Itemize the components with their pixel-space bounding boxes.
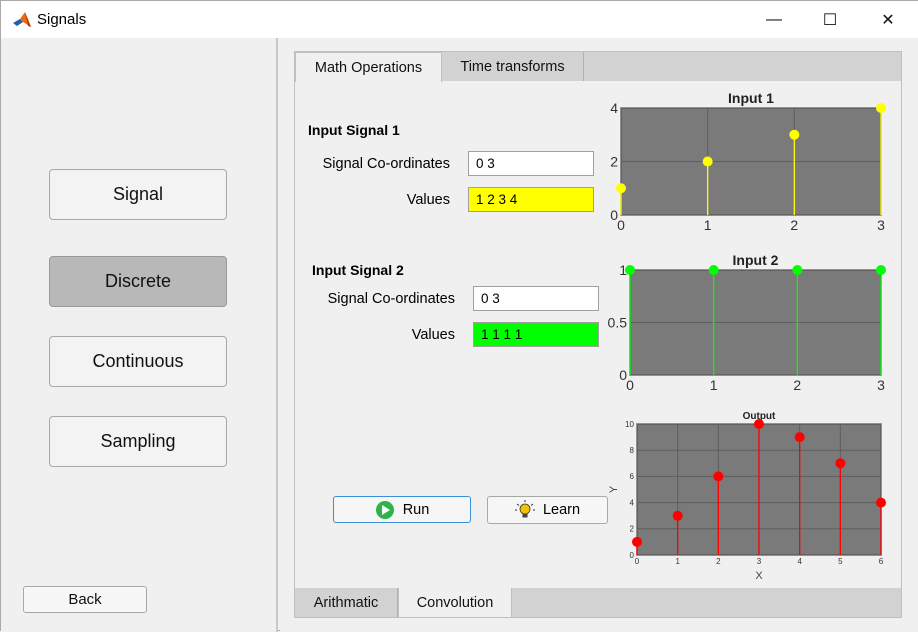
signal2-coords-label: Signal Co-ordinates (327, 291, 455, 307)
signal2-coords-input[interactable]: 0 3 (473, 286, 599, 311)
signal2-values-input[interactable]: 1 1 1 1 (473, 322, 599, 347)
minimize-icon: — (766, 10, 782, 28)
play-icon (375, 500, 395, 520)
signal1-values-label: Values (406, 192, 450, 208)
input-signal-1-heading: Input Signal 1 (308, 122, 400, 138)
signal-button[interactable]: Signal (49, 169, 227, 220)
learn-button[interactable]: Learn (487, 496, 608, 524)
title-bar: Signals — ☐ ✕ (1, 1, 918, 38)
window-title: Signals (37, 11, 87, 28)
tab-arithmatic[interactable]: Arithmatic (295, 588, 398, 617)
signal2-values-label: Values (411, 327, 455, 343)
close-icon: ✕ (881, 11, 895, 29)
signal1-coords-label: Signal Co-ordinates (322, 156, 450, 172)
tab-convolution[interactable]: Convolution (398, 588, 512, 617)
matlab-icon (12, 10, 32, 30)
discrete-button[interactable]: Discrete (49, 256, 227, 307)
maximize-icon: ☐ (822, 11, 838, 29)
bottom-tab-strip: Arithmatic Convolution (295, 588, 901, 617)
close-button[interactable]: ✕ (865, 1, 911, 38)
main-panel: Math Operations Time transforms Input Si… (280, 38, 918, 632)
minimize-button[interactable]: — (751, 1, 797, 38)
math-tab-group: Math Operations Time transforms Input Si… (294, 51, 902, 618)
signal1-values-input[interactable]: 1 2 3 4 (468, 187, 594, 212)
app-window: Signals — ☐ ✕ Signal Discrete Continuous… (0, 0, 918, 632)
maximize-button[interactable]: ☐ (807, 1, 853, 38)
back-button[interactable]: Back (23, 586, 147, 613)
continuous-button[interactable]: Continuous (49, 336, 227, 387)
input-signal-2-heading: Input Signal 2 (312, 262, 404, 278)
learn-label: Learn (542, 502, 581, 518)
top-tab-strip: Math Operations Time transforms (295, 52, 901, 82)
sampling-button[interactable]: Sampling (49, 416, 227, 467)
signal1-coords-input[interactable]: 0 3 (468, 151, 594, 176)
run-label: Run (402, 501, 430, 518)
lightbulb-icon (514, 500, 535, 520)
run-button[interactable]: Run (333, 496, 471, 523)
tab-math-operations[interactable]: Math Operations (295, 52, 442, 82)
tab-time-transforms[interactable]: Time transforms (442, 52, 584, 81)
sidebar: Signal Discrete Continuous Sampling Back (1, 38, 278, 632)
